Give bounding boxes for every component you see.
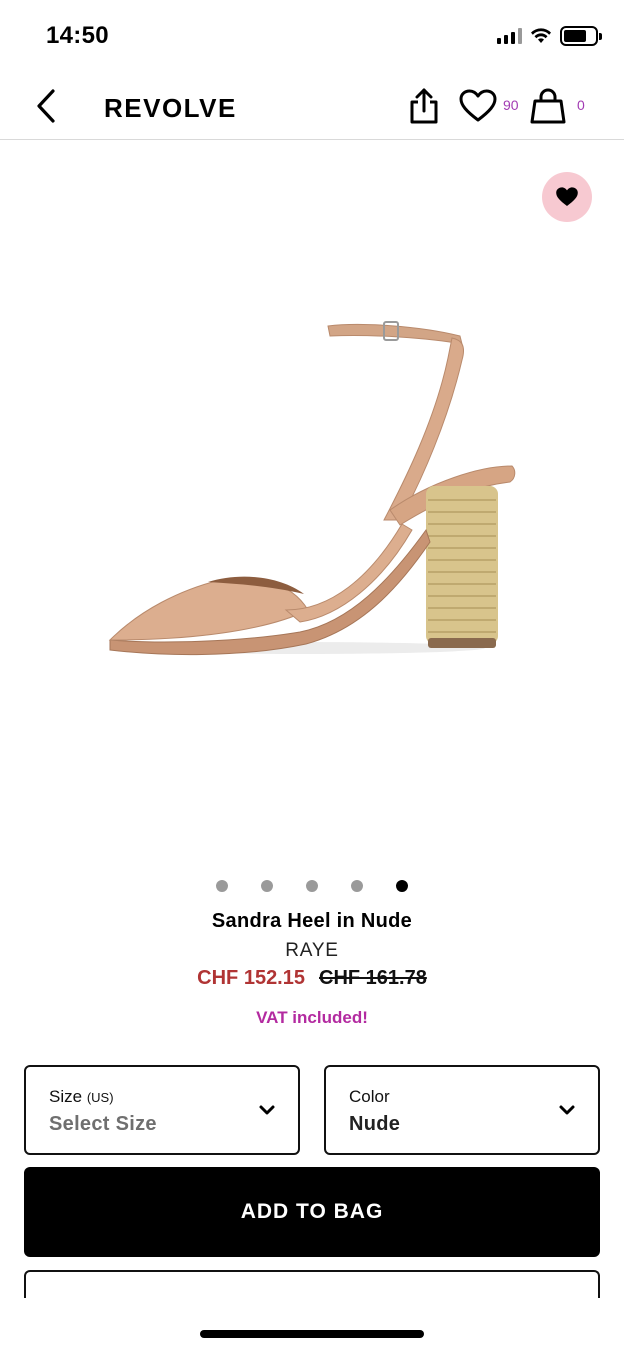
product-name: Sandra Heel in Nude <box>211 910 413 932</box>
bottom-safe-area <box>0 1298 624 1350</box>
heart-outline-icon <box>459 89 497 122</box>
status-icons <box>497 26 602 46</box>
home-indicator[interactable] <box>200 1330 424 1338</box>
gallery-pagination[interactable] <box>0 880 624 892</box>
vat-note: VAT included! <box>256 1008 368 1027</box>
size-select[interactable]: Size (US) Select Size <box>24 1065 300 1155</box>
original-price: CHF 161.78 <box>319 967 427 989</box>
gallery-dot[interactable] <box>261 880 273 892</box>
shopping-bag-icon <box>530 88 566 124</box>
gallery-dot-active[interactable] <box>396 880 408 892</box>
chevron-left-icon <box>37 89 55 123</box>
app-header: REVOLVE 90 0 <box>0 76 624 140</box>
status-time: 14:50 <box>46 22 109 49</box>
bag-button[interactable] <box>528 86 568 126</box>
size-select-value: Select Size <box>49 1113 157 1135</box>
sale-price: CHF 152.15 <box>197 967 305 989</box>
gallery-dot[interactable] <box>216 880 228 892</box>
share-icon <box>410 88 438 124</box>
wishlist-count: 90 <box>503 97 519 113</box>
add-to-bag-button[interactable]: ADD TO BAG <box>24 1167 600 1257</box>
battery-icon <box>560 26 602 46</box>
color-select-label: Color <box>349 1087 390 1106</box>
color-select[interactable]: Color Nude <box>324 1065 600 1155</box>
signal-icon <box>497 28 522 44</box>
wishlist-button[interactable] <box>458 88 498 124</box>
status-bar: 14:50 <box>0 0 624 76</box>
favorite-button[interactable] <box>542 172 592 222</box>
brand-logo[interactable]: REVOLVE <box>104 93 237 124</box>
chevron-down-icon <box>559 1105 575 1115</box>
price-row: CHF 152.15 CHF 161.78 <box>0 967 624 990</box>
product-image <box>108 321 516 656</box>
chevron-down-icon <box>259 1105 275 1115</box>
size-select-label: Size (US) <box>49 1087 114 1106</box>
share-button[interactable] <box>405 86 443 126</box>
gallery-dot[interactable] <box>306 880 318 892</box>
bag-count: 0 <box>577 97 585 113</box>
gallery-dot[interactable] <box>351 880 363 892</box>
color-select-value: Nude <box>349 1113 401 1135</box>
heart-filled-icon <box>556 187 578 206</box>
product-brand[interactable]: RAYE <box>0 940 624 962</box>
back-button[interactable] <box>28 86 64 126</box>
wifi-icon <box>531 28 551 43</box>
